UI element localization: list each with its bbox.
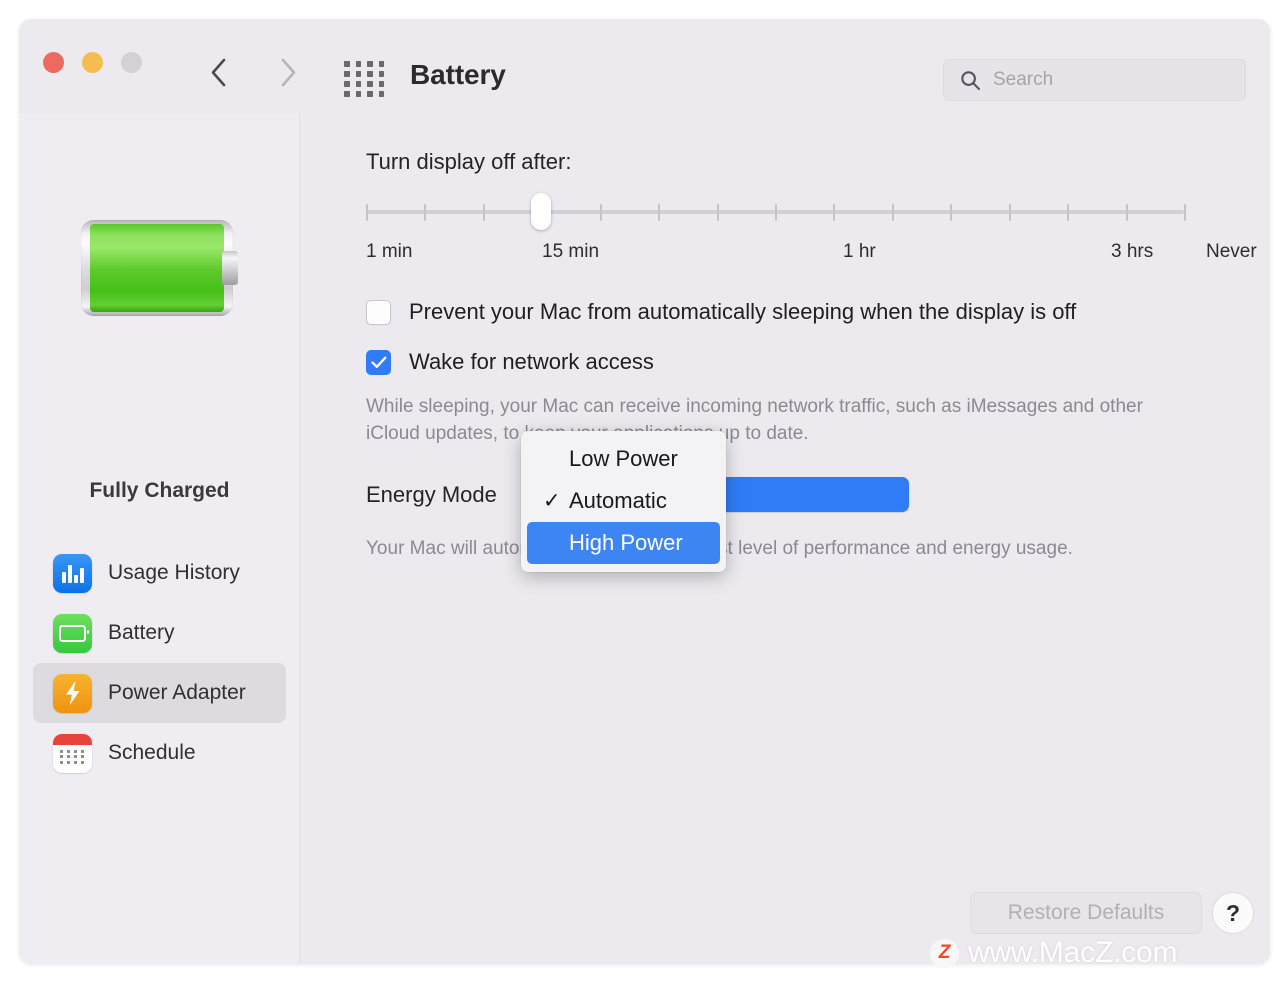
traffic-light-group bbox=[43, 52, 142, 73]
slider-tick bbox=[1008, 204, 1011, 221]
slider-tick bbox=[366, 204, 368, 221]
sidebar-item-power-adapter[interactable]: Power Adapter bbox=[33, 663, 286, 723]
search-input[interactable]: Search bbox=[943, 59, 1246, 101]
menu-item-high-power[interactable]: High Power bbox=[527, 522, 720, 564]
turn-display-off-label: Turn display off after: bbox=[366, 149, 572, 174]
slider-tick bbox=[599, 204, 602, 221]
search-placeholder: Search bbox=[993, 69, 1054, 90]
wake-network-label: Wake for network access bbox=[409, 349, 654, 374]
zoom-button bbox=[121, 52, 142, 73]
wake-network-checkbox-row[interactable]: Wake for network access bbox=[366, 349, 654, 375]
schedule-calendar-icon bbox=[53, 733, 92, 773]
slider-tick bbox=[1067, 204, 1070, 221]
show-all-grid-icon[interactable] bbox=[344, 61, 386, 97]
power-adapter-icon bbox=[53, 673, 92, 713]
checkmark-icon bbox=[370, 356, 386, 368]
slider-scale-label: 15 min bbox=[542, 241, 600, 262]
chevron-left-icon bbox=[211, 58, 225, 86]
sidebar-item-battery[interactable]: Battery bbox=[33, 603, 286, 663]
slider-scale-labels: 1 min 15 min 1 hr 3 hrs Never bbox=[366, 241, 1257, 267]
restore-defaults-button[interactable]: Restore Defaults bbox=[970, 892, 1202, 934]
slider-thumb[interactable] bbox=[531, 193, 552, 230]
slider-scale-label: 3 hrs bbox=[1111, 241, 1154, 262]
menu-item-label: High Power bbox=[569, 530, 683, 555]
prevent-sleep-label: Prevent your Mac from automatically slee… bbox=[409, 299, 1077, 324]
chevron-right-icon bbox=[281, 58, 295, 86]
menu-item-low-power[interactable]: Low Power bbox=[527, 438, 720, 480]
menu-item-label: Low Power bbox=[569, 446, 678, 471]
menu-checkmark-icon: ✓ bbox=[543, 489, 561, 513]
slider-tick bbox=[716, 204, 719, 221]
turn-display-off-slider[interactable] bbox=[366, 193, 1186, 230]
slider-tick bbox=[775, 204, 777, 221]
sidebar-item-label: Power Adapter bbox=[108, 681, 246, 704]
slider-tick bbox=[658, 204, 661, 221]
battery-terminal bbox=[222, 251, 238, 285]
slider-tick bbox=[482, 204, 485, 221]
search-icon bbox=[961, 70, 981, 90]
battery-fill bbox=[90, 224, 224, 312]
battery-icon bbox=[53, 613, 92, 653]
menu-item-automatic[interactable]: ✓ Automatic bbox=[527, 480, 720, 522]
slider-scale-label: Never bbox=[1206, 241, 1257, 262]
watermark-badge: Z bbox=[930, 938, 959, 968]
prevent-sleep-checkbox-row[interactable]: Prevent your Mac from automatically slee… bbox=[366, 299, 1076, 325]
watermark: Z www.MacZ.com bbox=[930, 936, 1177, 970]
slider-tick bbox=[891, 204, 894, 221]
system-preferences-window: Battery Search Fully Charged Usage Histo… bbox=[19, 19, 1270, 964]
minimize-button[interactable] bbox=[82, 52, 103, 73]
slider-scale-label: 1 min bbox=[366, 241, 413, 262]
bolt-icon bbox=[65, 681, 79, 705]
slider-tick bbox=[1184, 204, 1186, 221]
sidebar-item-schedule[interactable]: Schedule bbox=[33, 723, 286, 783]
watermark-text: www.MacZ.com bbox=[968, 936, 1178, 969]
sidebar-item-usage-history[interactable]: Usage History bbox=[33, 543, 286, 603]
battery-full-icon bbox=[81, 220, 243, 316]
slider-tick bbox=[950, 204, 953, 221]
usage-history-icon bbox=[53, 553, 92, 593]
sidebar-item-label: Battery bbox=[108, 621, 175, 644]
energy-mode-label: Energy Mode bbox=[366, 482, 497, 507]
slider-tick bbox=[1125, 204, 1128, 221]
wake-network-description: While sleeping, your Mac can receive inc… bbox=[366, 396, 1143, 444]
sidebar-list: Usage History Battery Power Adapter Sche… bbox=[19, 543, 300, 783]
page-title: Battery bbox=[410, 59, 506, 90]
sidebar-item-label: Usage History bbox=[108, 561, 240, 584]
main-content: Turn display off after: 1 min 15 min 1 hr 3… bbox=[300, 113, 1270, 964]
energy-mode-description: Your Mac will automatically choose the b… bbox=[366, 538, 1073, 559]
wake-network-checkbox[interactable] bbox=[366, 349, 391, 375]
menu-item-label: Automatic bbox=[569, 488, 667, 513]
sidebar: Fully Charged Usage History Battery Powe… bbox=[19, 113, 300, 964]
close-button[interactable] bbox=[43, 52, 64, 73]
sidebar-item-label: Schedule bbox=[108, 741, 196, 764]
forward-button bbox=[271, 55, 305, 89]
energy-mode-popup-button[interactable] bbox=[713, 477, 909, 512]
energy-mode-menu: Low Power ✓ Automatic High Power bbox=[521, 431, 726, 572]
back-button[interactable] bbox=[201, 55, 235, 89]
slider-scale-label: 1 hr bbox=[843, 241, 876, 262]
prevent-sleep-checkbox[interactable] bbox=[366, 299, 391, 325]
battery-status-label: Fully Charged bbox=[89, 479, 230, 502]
window-titlebar: Battery Search bbox=[19, 19, 1270, 114]
help-button[interactable]: ? bbox=[1212, 892, 1254, 934]
screenshot-root: Battery Search Fully Charged Usage Histo… bbox=[0, 0, 1288, 982]
